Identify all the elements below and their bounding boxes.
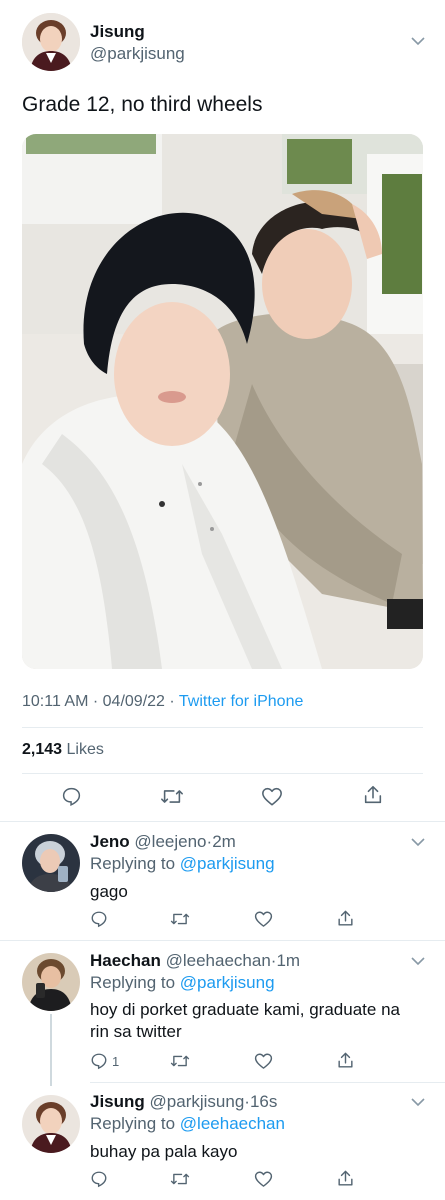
likes-stat[interactable]: 2,143 Likes <box>22 741 104 759</box>
avatar[interactable] <box>22 1095 80 1153</box>
chevron-down-icon[interactable] <box>411 1098 425 1107</box>
avatar[interactable] <box>22 834 80 892</box>
reply-time[interactable]: 2m <box>212 832 236 851</box>
replying-prefix: Replying to <box>90 1114 176 1133</box>
tweet-date[interactable]: 04/09/22 <box>103 693 165 710</box>
share-icon[interactable] <box>336 909 355 928</box>
handle[interactable]: @leejeno <box>134 832 206 851</box>
reply-icon[interactable] <box>61 786 82 807</box>
retweet-icon[interactable] <box>170 1170 190 1188</box>
replying-prefix: Replying to <box>90 973 176 992</box>
share-icon[interactable] <box>336 1169 355 1188</box>
divider <box>22 727 423 728</box>
avatar[interactable] <box>22 953 80 1011</box>
tweet-photo[interactable] <box>22 134 423 669</box>
reply-time[interactable]: 1m <box>276 951 300 970</box>
separator-dot: · <box>92 693 99 710</box>
display-name[interactable]: Haechan <box>90 951 161 970</box>
like-icon[interactable] <box>254 1052 273 1070</box>
thread-connector <box>50 1014 52 1086</box>
display-name[interactable]: Jeno <box>90 832 130 851</box>
retweet-icon[interactable] <box>170 910 190 928</box>
tweet-source[interactable]: Twitter for iPhone <box>179 693 304 710</box>
divider <box>22 773 423 774</box>
reply-text: gago <box>90 882 128 901</box>
reply-icon <box>90 1052 108 1070</box>
share-icon[interactable] <box>362 784 384 806</box>
chevron-down-icon[interactable] <box>411 37 425 46</box>
display-name[interactable]: Jisung <box>90 1092 145 1111</box>
replying-to-handle[interactable]: @leehaechan <box>180 1114 285 1133</box>
tweet-time[interactable]: 10:11 AM <box>22 693 88 710</box>
reply-header: Jisung @parkjisung·16s <box>90 1092 277 1112</box>
reply-header: Haechan @leehaechan·1m <box>90 951 300 971</box>
replying-to: Replying to @parkjisung <box>90 973 275 993</box>
replying-prefix: Replying to <box>90 854 176 873</box>
display-name[interactable]: Jisung <box>90 22 145 42</box>
reply-button[interactable] <box>90 910 108 928</box>
divider <box>90 1082 445 1083</box>
reply-button[interactable] <box>90 1170 108 1188</box>
replying-to: Replying to @leehaechan <box>90 1114 285 1134</box>
like-icon[interactable] <box>261 786 283 807</box>
reply-icon <box>90 910 108 928</box>
replying-to-handle[interactable]: @parkjisung <box>180 854 275 873</box>
divider <box>0 821 445 822</box>
likes-count: 2,143 <box>22 741 63 758</box>
reply-icon <box>90 1170 108 1188</box>
chevron-down-icon[interactable] <box>411 957 425 966</box>
handle[interactable]: @parkjisung <box>150 1092 245 1111</box>
tweet-meta: 10:11 AM · 04/09/22 · Twitter for iPhone <box>22 693 303 711</box>
chevron-down-icon[interactable] <box>411 838 425 847</box>
share-icon[interactable] <box>336 1051 355 1070</box>
likes-label: Likes <box>66 741 104 758</box>
avatar[interactable] <box>22 13 80 71</box>
reply-button[interactable]: 1 <box>90 1052 119 1070</box>
retweet-icon[interactable] <box>160 786 184 807</box>
reply-header: Jeno @leejeno·2m <box>90 832 236 852</box>
replying-to: Replying to @parkjisung <box>90 854 275 874</box>
reply-text: buhay pa pala kayo <box>90 1142 238 1161</box>
handle[interactable]: @leehaechan <box>166 951 271 970</box>
reply-text-line: hoy di porket graduate kami, graduate na <box>90 1000 400 1019</box>
handle[interactable]: @parkjisung <box>90 44 185 64</box>
separator-dot: · <box>169 693 175 710</box>
divider <box>0 940 445 941</box>
reply-time[interactable]: 16s <box>250 1092 277 1111</box>
like-icon[interactable] <box>254 910 273 928</box>
reply-text-line: rin sa twitter <box>90 1022 182 1041</box>
like-icon[interactable] <box>254 1170 273 1188</box>
tweet-text: Grade 12, no third wheels <box>22 93 263 116</box>
retweet-icon[interactable] <box>170 1052 190 1070</box>
replying-to-handle[interactable]: @parkjisung <box>180 973 275 992</box>
reply-count: 1 <box>112 1053 120 1069</box>
